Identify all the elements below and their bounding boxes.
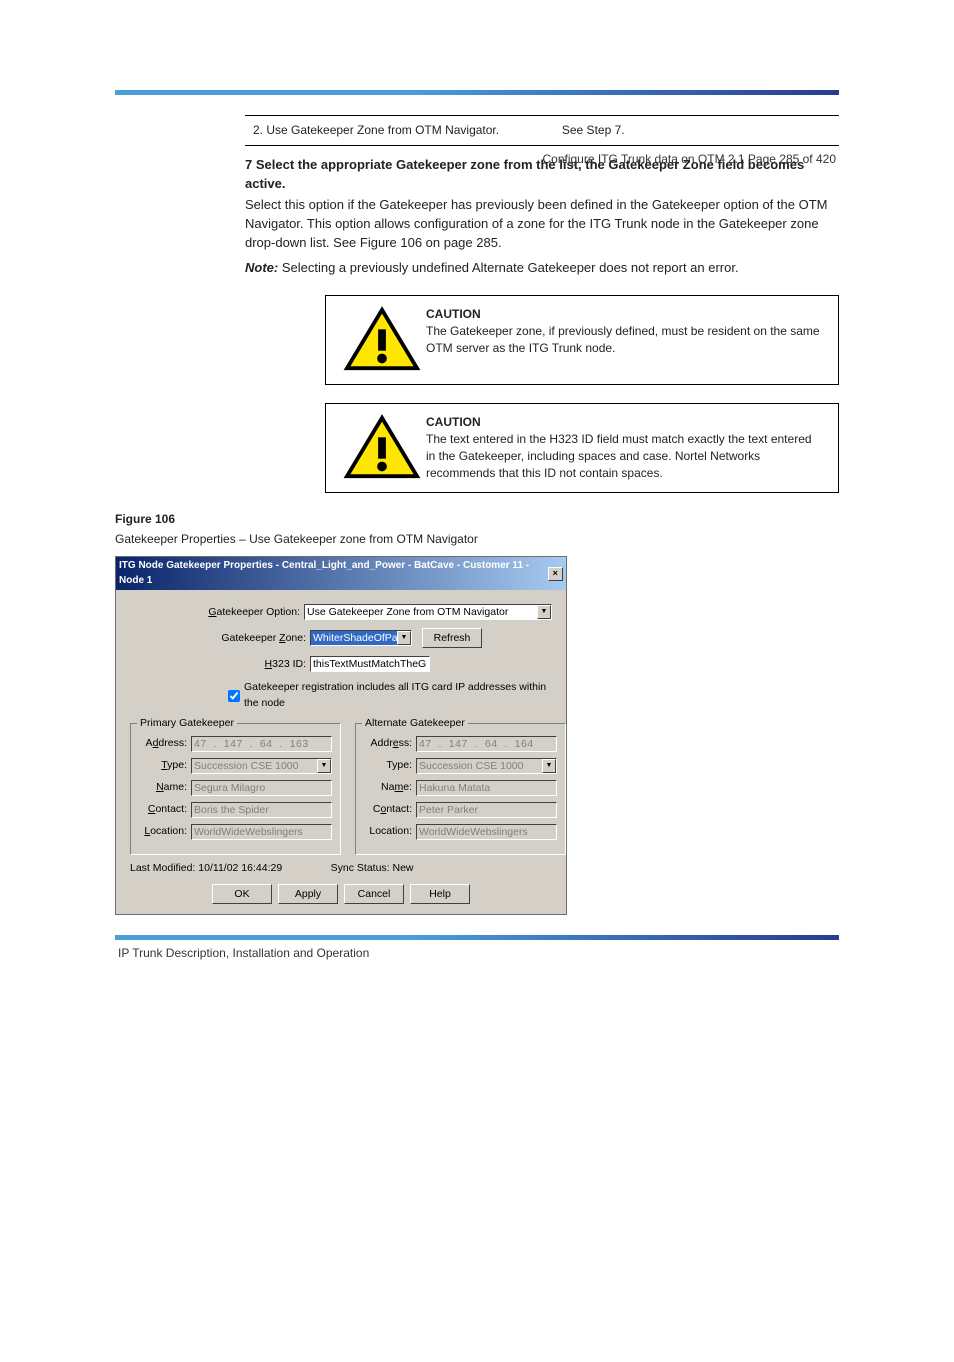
footer-divider	[115, 935, 839, 940]
alternate-name-label: Name:	[364, 780, 416, 795]
ok-button[interactable]: OK	[212, 884, 272, 904]
primary-address-input	[191, 736, 332, 752]
gatekeeper-option-select[interactable]	[304, 604, 552, 620]
gatekeeper-zone-select[interactable]	[310, 630, 412, 646]
gatekeeper-option-label: Gatekeeper Option:	[130, 605, 304, 620]
registration-checkbox[interactable]	[228, 690, 240, 702]
primary-location-input	[191, 824, 332, 840]
caution-2-body: The text entered in the H323 ID field mu…	[426, 431, 822, 481]
last-modified: Last Modified: 10/11/02 16:44:29	[130, 861, 282, 876]
caution-1-title: CAUTION	[426, 306, 822, 323]
gatekeeper-dialog: ITG Node Gatekeeper Properties - Central…	[115, 556, 567, 915]
alternate-type-select	[416, 758, 557, 774]
warning-icon	[338, 414, 426, 482]
h323id-label: H323 ID:	[130, 657, 310, 672]
gatekeeper-zone-label: Gatekeeper Zone:	[130, 631, 310, 646]
dialog-title: ITG Node Gatekeeper Properties - Central…	[119, 559, 548, 588]
sync-status: Sync Status: New	[331, 861, 414, 876]
option-table-left: 2. Use Gatekeeper Zone from OTM Navigato…	[245, 116, 554, 146]
caution-2-title: CAUTION	[426, 414, 822, 431]
option-table-right: See Step 7.	[554, 116, 839, 146]
alternate-gatekeeper-group: Alternate Gatekeeper Address: Type:▼ Nam…	[355, 723, 566, 855]
step-7-body: Select this option if the Gatekeeper has…	[245, 196, 839, 253]
caution-box-1: CAUTION The Gatekeeper zone, if previous…	[325, 295, 839, 385]
alternate-legend: Alternate Gatekeeper	[362, 716, 468, 731]
alternate-contact-input	[416, 802, 557, 818]
alternate-address-input	[416, 736, 557, 752]
primary-contact-input	[191, 802, 332, 818]
note-body: Selecting a previously undefined Alterna…	[282, 260, 739, 275]
close-icon[interactable]: ×	[548, 567, 563, 581]
alternate-type-label: Type:	[364, 758, 416, 773]
primary-legend: Primary Gatekeeper	[137, 716, 237, 731]
figure-label: Figure 106	[115, 511, 839, 528]
registration-checkbox-label: Gatekeeper registration includes all ITG…	[244, 680, 552, 710]
primary-type-label: Type:	[139, 758, 191, 773]
caution-box-2: CAUTION The text entered in the H323 ID …	[325, 403, 839, 493]
cancel-button[interactable]: Cancel	[344, 884, 404, 904]
alternate-address-label: Address:	[364, 736, 416, 751]
page-header: Configure ITG Trunk data on OTM 2.1 Page…	[542, 152, 836, 166]
primary-type-select	[191, 758, 332, 774]
option-table: 2. Use Gatekeeper Zone from OTM Navigato…	[245, 115, 839, 146]
alternate-name-input	[416, 780, 557, 796]
primary-address-label: Address:	[139, 736, 191, 751]
primary-name-input	[191, 780, 332, 796]
alternate-location-label: Location:	[364, 824, 416, 839]
primary-name-label: Name:	[139, 780, 191, 795]
h323id-input[interactable]	[310, 656, 430, 672]
alternate-contact-label: Contact:	[364, 802, 416, 817]
help-button[interactable]: Help	[410, 884, 470, 904]
caution-1-body: The Gatekeeper zone, if previously defin…	[426, 323, 822, 357]
header-divider	[115, 90, 839, 95]
apply-button[interactable]: Apply	[278, 884, 338, 904]
primary-contact-label: Contact:	[139, 802, 191, 817]
primary-gatekeeper-group: Primary Gatekeeper Address: Type:▼ Name:…	[130, 723, 341, 855]
dialog-title-bar: ITG Node Gatekeeper Properties - Central…	[116, 557, 566, 590]
alternate-location-input	[416, 824, 557, 840]
page-footer: IP Trunk Description, Installation and O…	[118, 946, 954, 960]
figure-caption: Gatekeeper Properties – Use Gatekeeper z…	[115, 531, 839, 548]
refresh-button[interactable]: Refresh	[422, 628, 482, 648]
primary-location-label: Location:	[139, 824, 191, 839]
warning-icon	[338, 306, 426, 374]
note-label: Note:	[245, 260, 278, 275]
